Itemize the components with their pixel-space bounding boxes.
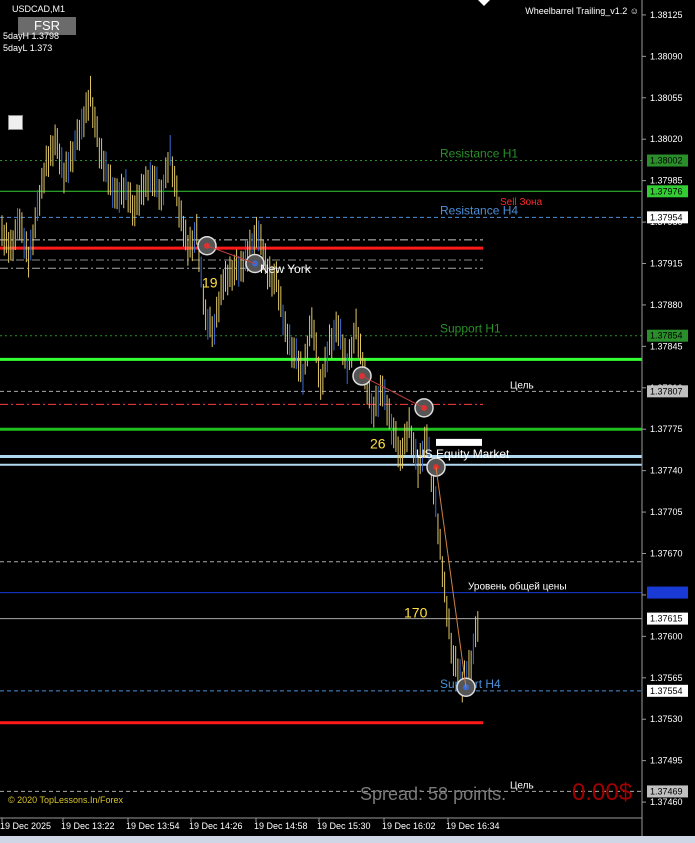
- annotation-label: US Equity Market: [416, 447, 510, 461]
- profit-label: 0.00$: [572, 779, 633, 806]
- x-tick-label: 19 Dec 16:34: [446, 821, 500, 831]
- copyright-label: © 2020 TopLessons.In/Forex: [8, 795, 124, 805]
- y-tick-label: 1.38090: [650, 51, 683, 61]
- price-tag-label: 1.37637: [650, 588, 683, 598]
- price-tag-label: 1.37615: [650, 614, 683, 624]
- levels-layer: Resistance H1Sell ЗонаResistance H4Suppo…: [0, 147, 642, 792]
- y-tick-label: 1.37740: [650, 466, 683, 476]
- price-tag-label: 1.37469: [650, 786, 683, 796]
- scrollbar[interactable]: [0, 836, 695, 843]
- price-chart[interactable]: Resistance H1Sell ЗонаResistance H4Suppo…: [0, 0, 695, 843]
- y-tick-label: 1.38020: [650, 134, 683, 144]
- price-tag-label: 1.37807: [650, 386, 683, 396]
- level-label: Resistance H4: [440, 203, 518, 217]
- level-label: Уровень общей цены: [468, 581, 567, 593]
- y-axis: 1.381251.380901.380551.380201.379851.379…: [642, 10, 688, 807]
- price-tag-label: 1.37954: [650, 212, 683, 222]
- x-tick-label: 19 Dec 13:54: [126, 821, 180, 831]
- price-tag-label: 1.37554: [650, 686, 683, 696]
- y-tick-label: 1.37670: [650, 549, 683, 559]
- price-tag-label: 1.37976: [650, 186, 683, 196]
- shift-marker-icon[interactable]: [478, 0, 490, 6]
- market-box: [436, 438, 482, 446]
- y-tick-label: 1.38055: [650, 93, 683, 103]
- annotation-label: 170: [404, 605, 428, 621]
- annotation-label: 26: [370, 435, 386, 451]
- y-tick-label: 1.37915: [650, 258, 683, 268]
- x-tick-label: 19 Dec 16:02: [382, 821, 436, 831]
- y-tick-label: 1.37495: [650, 756, 683, 766]
- y-tick-label: 1.37880: [650, 300, 683, 310]
- x-tick-label: 19 Dec 14:26: [189, 821, 243, 831]
- price-tag-label: 1.38002: [650, 156, 683, 166]
- x-tick-label: 19 Dec 15:30: [317, 821, 371, 831]
- y-tick-label: 1.37845: [650, 341, 683, 351]
- signals-layer: [197, 235, 476, 698]
- level-label: Support H1: [440, 322, 501, 336]
- y-tick-label: 1.37775: [650, 424, 683, 434]
- spread-label: Spread: 58 points.: [360, 784, 507, 804]
- y-tick-label: 1.37530: [650, 714, 683, 724]
- level-label: Цель: [510, 380, 534, 391]
- y-tick-label: 1.37565: [650, 673, 683, 683]
- level-label: Цель: [510, 780, 534, 791]
- y-tick-label: 1.37985: [650, 176, 683, 186]
- x-tick-label: 19 Dec 14:58: [254, 821, 308, 831]
- annotation-label: 19: [202, 274, 218, 290]
- y-tick-label: 1.37600: [650, 631, 683, 641]
- x-tick-label: 19 Dec 13:22: [61, 821, 115, 831]
- annotation-label: New York: [260, 262, 312, 276]
- chart-window[interactable]: USDCAD,M1 FSR 5dayH 1.3798 5dayL 1.373 W…: [0, 0, 695, 843]
- x-axis: 19 Dec 2025 19 Dec 13:22 19 Dec 13:54 19 De…: [0, 818, 500, 831]
- x-tick-label: 19 Dec 2025: [0, 821, 51, 831]
- y-tick-label: 1.37460: [650, 797, 683, 807]
- level-label: Resistance H1: [440, 147, 518, 161]
- y-tick-label: 1.38125: [650, 10, 683, 20]
- price-tag-label: 1.37854: [650, 331, 683, 341]
- y-tick-label: 1.37705: [650, 507, 683, 517]
